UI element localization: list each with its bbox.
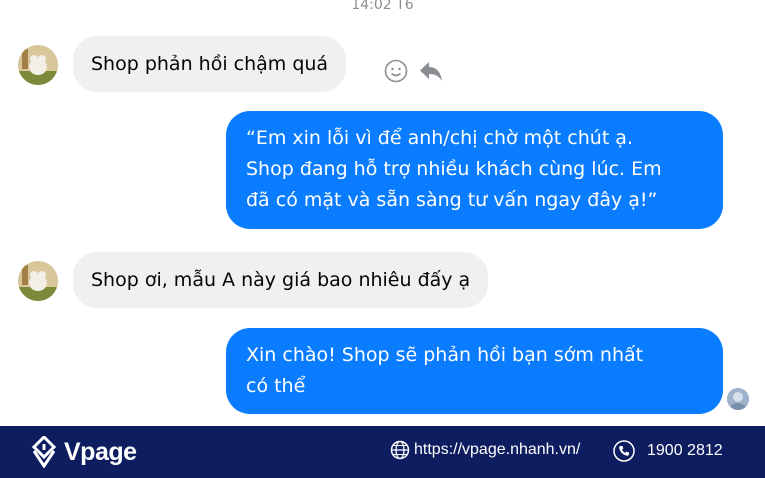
seen-avatar-icon xyxy=(727,388,749,410)
vpage-brand[interactable]: Vpage xyxy=(30,436,137,468)
message-line: đã có mặt và sẵn sàng tư vấn ngay đây ạ!… xyxy=(246,189,658,211)
customer-avatar[interactable] xyxy=(18,45,58,85)
outgoing-message[interactable]: “Em xin lỗi vì để anh/chị chờ một chút ạ… xyxy=(226,111,723,229)
website-link[interactable]: https://vpage.nhanh.vn/ xyxy=(390,440,580,460)
footer-bar: Vpage https://vpage.nhanh.vn/ 1900 2812 xyxy=(0,426,765,478)
customer-avatar[interactable] xyxy=(18,261,58,301)
phone-icon xyxy=(613,440,635,462)
phone-link[interactable]: 1900 2812 xyxy=(613,440,723,462)
vpage-logo-icon xyxy=(31,436,57,468)
message-line: có thể xyxy=(246,375,306,397)
customer-avatar-image xyxy=(18,45,58,85)
incoming-message[interactable]: Shop ơi, mẫu A này giá bao nhiêu đấy ạ xyxy=(73,252,489,308)
website-url: https://vpage.nhanh.vn/ xyxy=(414,441,581,458)
message-text: Shop ơi, mẫu A này giá bao nhiêu đấy ạ xyxy=(91,269,471,291)
message-text: Shop phản hồi chậm quá xyxy=(91,53,329,75)
chat-timestamp: 14:02 T6 xyxy=(351,0,414,13)
message-line: Shop đang hỗ trợ nhiều khách cùng lúc. E… xyxy=(246,158,662,180)
smiley-react-icon[interactable] xyxy=(384,59,408,87)
globe-icon xyxy=(390,440,410,460)
phone-number: 1900 2812 xyxy=(647,442,723,459)
brand-name: Vpage xyxy=(64,437,137,466)
message-line: Xin chào! Shop sẽ phản hồi bạn sớm nhất xyxy=(246,344,644,366)
outgoing-message[interactable]: Xin chào! Shop sẽ phản hồi bạn sớm nhất … xyxy=(226,328,723,414)
reply-icon[interactable] xyxy=(418,59,444,87)
customer-avatar-image xyxy=(18,261,58,301)
incoming-message[interactable]: Shop phản hồi chậm quá xyxy=(73,36,347,92)
message-line: “Em xin lỗi vì để anh/chị chờ một chút ạ… xyxy=(246,127,633,149)
